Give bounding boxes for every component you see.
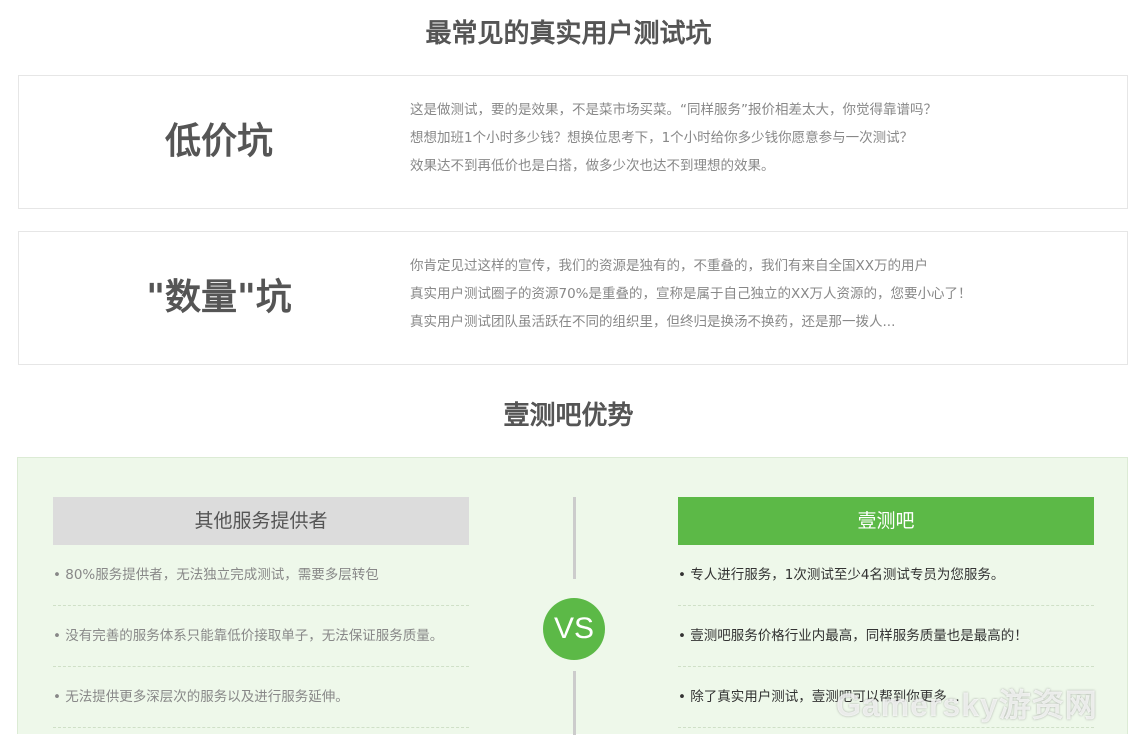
comparison-item: • 专人进行服务，1次测试至少4名测试专员为您服务。 <box>678 545 1094 606</box>
pit-desc-line: 想想加班1个小时多少钱？想换位思考下，1个小时给你多少钱你愿意参与一次测试？ <box>410 130 914 146</box>
pit-description: 这是做测试，要的是效果，不是菜市场买菜。“同样服务”报价相差太大，你觉得靠谱吗？… <box>410 96 1110 180</box>
pit-description: 你肯定见过这样的宣传，我们的资源是独有的，不重叠的，我们有来自全国XX万的用户 … <box>410 252 1110 336</box>
pit-desc-line: 这是做测试，要的是效果，不是菜市场买菜。“同样服务”报价相差太大，你觉得靠谱吗？ <box>410 102 937 118</box>
pit-card-quantity: "数量"坑 你肯定见过这样的宣传，我们的资源是独有的，不重叠的，我们有来自全国X… <box>18 231 1128 365</box>
comparison-item: • 无法提供更多深层次的服务以及进行服务延伸。 <box>53 667 469 728</box>
pit-desc-line: 真实用户测试团队虽活跃在不同的组织里，但终归是换汤不换药，还是那一拨人... <box>410 314 896 330</box>
pit-name: 低价坑 <box>164 121 273 162</box>
watermark-logo: Gamersky游资网 <box>836 687 1098 723</box>
divider-line-bottom <box>573 671 576 735</box>
column-header-yicebar: 壹测吧 <box>678 497 1094 545</box>
section-title-advantages: 壹测吧优势 <box>503 401 634 431</box>
section-title-pits: 最常见的真实用户测试坑 <box>425 19 712 49</box>
comparison-item: • 没有完善的服务体系只能靠低价接取单子，无法保证服务质量。 <box>53 606 469 667</box>
pit-card-low-price: 低价坑 这是做测试，要的是效果，不是菜市场买菜。“同样服务”报价相差太大，你觉得… <box>18 75 1128 209</box>
pit-name: "数量"坑 <box>146 277 292 318</box>
comparison-item: • 壹测吧服务价格行业内最高，同样服务质量也是最高的！ <box>678 606 1094 667</box>
comparison-column-others: 其他服务提供者 • 80%服务提供者，无法独立完成测试，需要多层转包 • 没有完… <box>53 497 469 728</box>
pit-desc-line: 你肯定见过这样的宣传，我们的资源是独有的，不重叠的，我们有来自全国XX万的用户 <box>410 258 928 274</box>
pit-desc-line: 效果达不到再低价也是白搭，做多少次也达不到理想的效果。 <box>410 158 775 174</box>
divider-line-top <box>573 497 576 579</box>
comparison-item: • 80%服务提供者，无法独立完成测试，需要多层转包 <box>53 545 469 606</box>
vs-badge: VS <box>543 598 605 660</box>
pit-desc-line: 真实用户测试圈子的资源70%是重叠的，宣称是属于自己独立的XX万人资源的，您要小… <box>410 286 972 302</box>
column-header-others: 其他服务提供者 <box>53 497 469 545</box>
